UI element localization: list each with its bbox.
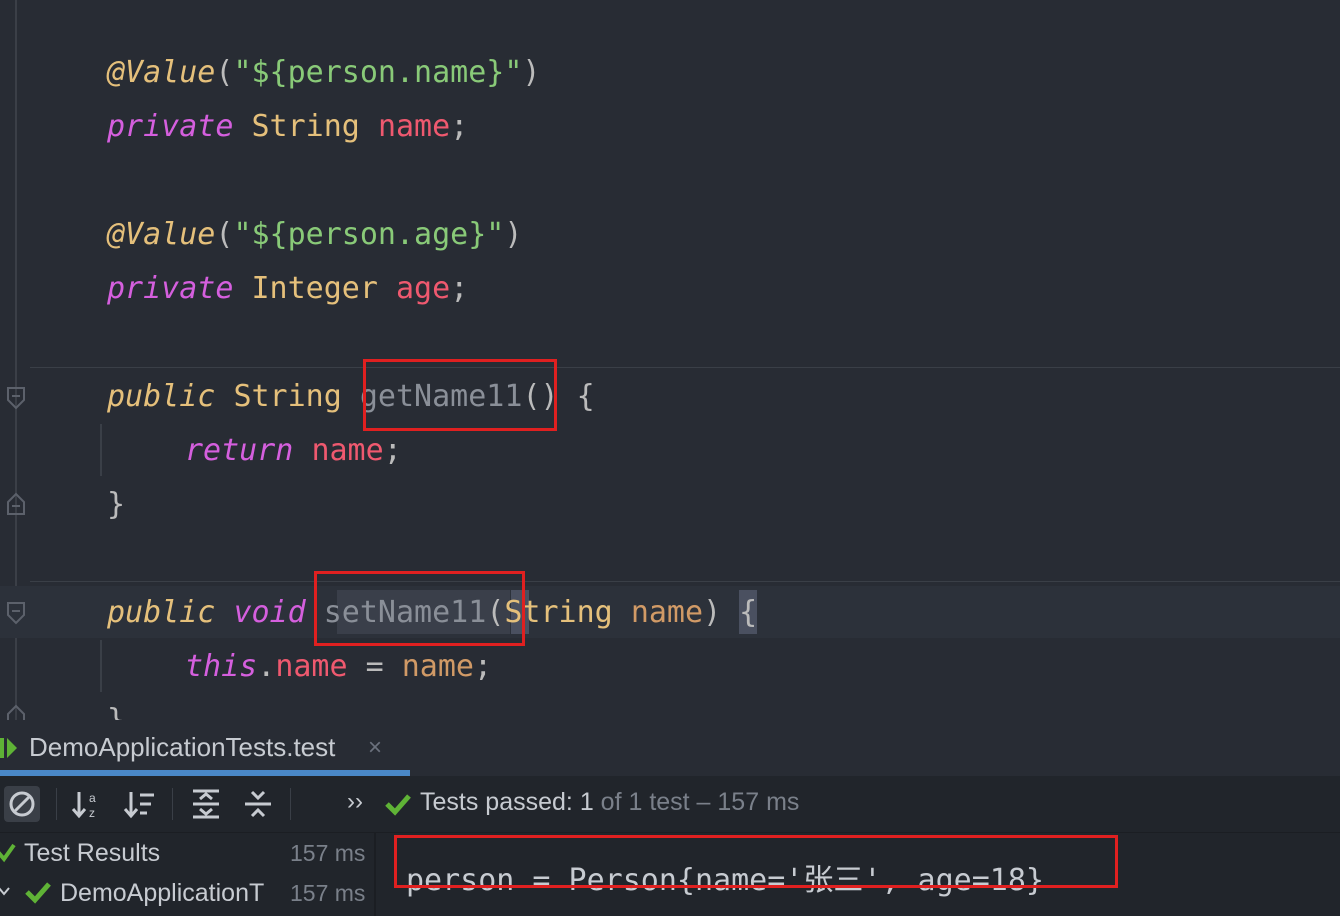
code-line-9: this.name = name; (185, 640, 492, 694)
fold-icon[interactable] (6, 601, 26, 625)
toolbar-separator (172, 788, 173, 820)
status-summary: of 1 test – 157 ms (600, 788, 800, 816)
parameter-name: name (401, 649, 474, 684)
close-icon[interactable]: × (368, 734, 382, 762)
test-tree: Test Results 157 ms DemoApplicationT 157… (0, 833, 376, 916)
chevron-down-icon[interactable] (0, 885, 10, 899)
keyword: public (107, 379, 216, 414)
code-line-6: return name; (185, 424, 402, 478)
field-name: name (311, 433, 384, 468)
closing-brace: } (107, 487, 126, 522)
keyword: return (185, 433, 294, 468)
collapse-all-icon[interactable] (240, 786, 276, 822)
check-icon (385, 794, 411, 816)
fold-icon[interactable] (6, 492, 26, 516)
method-separator (30, 367, 1340, 368)
fold-icon[interactable] (6, 704, 26, 720)
keyword: private (107, 271, 234, 306)
code-editor[interactable]: @Value("${person.name}") private String … (0, 0, 1340, 720)
string-literal: "${person.name}" (233, 55, 523, 90)
run-tab-title[interactable]: DemoApplicationTests.test (29, 732, 335, 763)
highlight-box-output (394, 835, 1118, 888)
type-name: String (251, 109, 360, 144)
indent-guide (100, 640, 102, 692)
tree-item-demo-tests[interactable]: DemoApplicationT (60, 875, 286, 911)
check-icon (0, 843, 16, 863)
code-line-3: @Value("${person.age}") (107, 208, 522, 262)
check-icon (25, 882, 51, 904)
more-actions-chevrons[interactable]: ›› (347, 788, 363, 816)
semicolon: ; (450, 271, 469, 306)
paren: ) (522, 55, 541, 90)
paren: ) (703, 595, 722, 630)
sort-alpha-icon[interactable]: az (70, 786, 106, 822)
type-name: Integer (251, 271, 378, 306)
paren: ( (215, 55, 234, 90)
method-signature-rest: { (721, 595, 758, 630)
type-name: String (233, 379, 342, 414)
stop-icon[interactable] (4, 786, 40, 822)
paren: ) (504, 217, 523, 252)
code-line-2: private String name; (107, 100, 468, 154)
toolbar-separator (290, 788, 291, 820)
svg-text:a: a (89, 791, 96, 805)
keyword: this (185, 649, 258, 684)
keyword: private (107, 109, 234, 144)
annotation: @Value (107, 217, 216, 252)
method-separator (30, 581, 1340, 582)
fold-icon[interactable] (6, 386, 26, 410)
run-tab-bar: DemoApplicationTests.test × (0, 720, 1340, 777)
assign-operator: = (347, 649, 402, 684)
run-panel: DemoApplicationTests.test × az ›› Tests … (0, 720, 1340, 916)
dot: . (257, 649, 276, 684)
semicolon: ; (474, 649, 493, 684)
paren: ( (215, 217, 234, 252)
sort-duration-icon[interactable] (122, 786, 158, 822)
code-line-7: } (107, 478, 125, 532)
toolbar-separator (56, 788, 57, 820)
semicolon: ; (383, 433, 402, 468)
code-line-10: } (107, 694, 125, 720)
test-toolbar: az ›› Tests passed: 1 of 1 test – 157 ms (0, 776, 1340, 833)
keyword: public (107, 595, 216, 630)
expand-all-icon[interactable] (188, 786, 224, 822)
tree-item-test-results[interactable]: Test Results (24, 835, 160, 871)
closing-brace: } (107, 703, 125, 720)
highlight-box-setter (314, 571, 525, 646)
annotation: @Value (107, 55, 216, 90)
code-line-4: private Integer age; (107, 262, 468, 316)
svg-text:z: z (89, 806, 95, 820)
status-count: 1 (579, 788, 594, 816)
keyword-void: void (233, 595, 306, 630)
tree-item-time: 157 ms (290, 840, 366, 866)
indent-guide (100, 424, 102, 476)
status-label: Tests passed: (420, 788, 573, 816)
field-name: name (275, 649, 348, 684)
field-name: age (396, 271, 451, 306)
semicolon: ; (450, 109, 469, 144)
parameter-name: name (630, 595, 704, 630)
test-status: Tests passed: 1 of 1 test – 157 ms (420, 788, 799, 817)
string-literal: "${person.age}" (233, 217, 505, 252)
console-output[interactable]: person = Person{name='张三', age=18} (376, 833, 1340, 916)
tree-item-time: 157 ms (290, 880, 366, 906)
field-name: name (377, 109, 451, 144)
highlight-box-getter (363, 359, 557, 431)
run-tab-icon (0, 738, 17, 758)
code-line-1: @Value("${person.name}") (107, 46, 540, 100)
